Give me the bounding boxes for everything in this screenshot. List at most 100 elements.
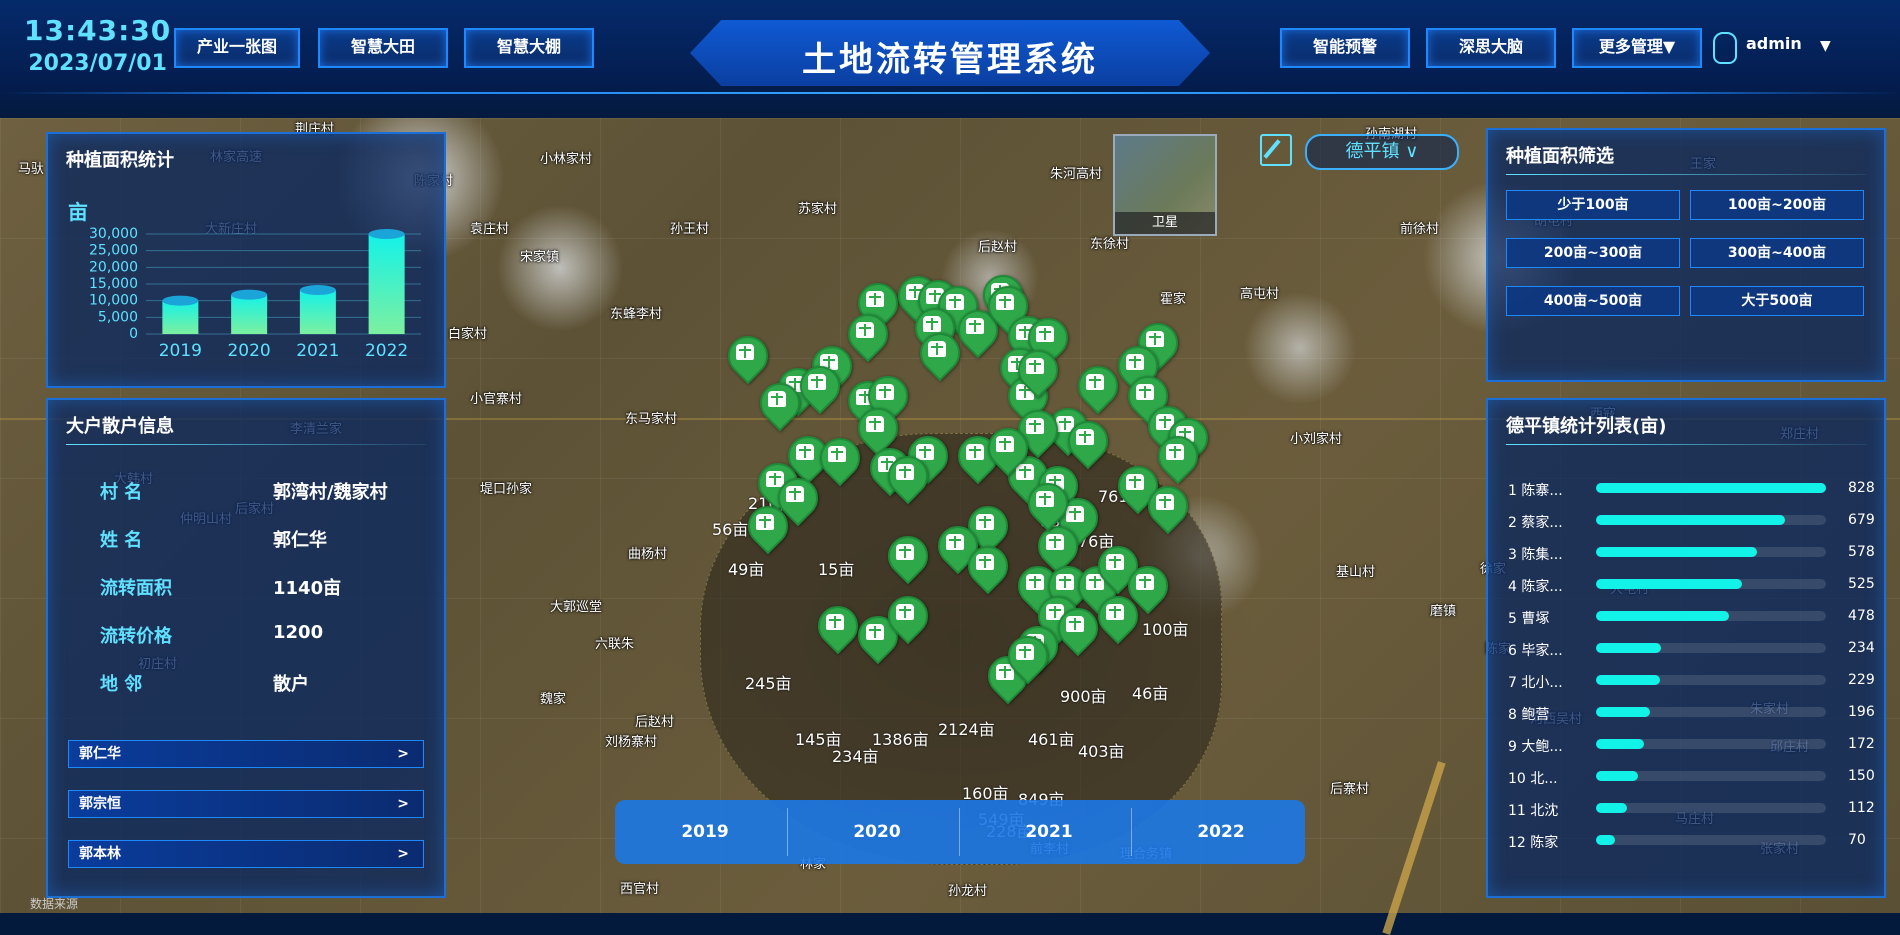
- rank-row[interactable]: 10 北... 150: [1508, 766, 1875, 787]
- field-icon: [1146, 331, 1164, 347]
- rank-row[interactable]: 9 大鲍... 172: [1508, 734, 1875, 755]
- field-icon: [976, 514, 994, 530]
- town-label: 魏家: [540, 692, 567, 707]
- land-pin-icon[interactable]: [911, 324, 969, 382]
- year-tab[interactable]: 2022: [1161, 822, 1281, 842]
- nav-smart-field[interactable]: 智慧大田: [318, 28, 448, 68]
- town-label: 后赵村: [978, 240, 1018, 255]
- bar-2021[interactable]: [299, 290, 336, 334]
- nav-more-management[interactable]: 更多管理▼: [1572, 28, 1702, 68]
- year-tab[interactable]: 2020: [817, 822, 937, 842]
- town-label: 大郭巡堂: [550, 600, 603, 615]
- field-icon: [736, 344, 754, 360]
- land-pin-icon[interactable]: [719, 327, 777, 385]
- rank-row[interactable]: 12 陈家 70: [1508, 830, 1866, 851]
- rank-bar: [1596, 483, 1826, 493]
- area-label: 56亩: [712, 520, 749, 539]
- land-pin-icon[interactable]: [791, 357, 849, 415]
- land-pin-icon[interactable]: [1069, 357, 1127, 415]
- rank-row[interactable]: 2 蔡家... 679: [1508, 510, 1875, 531]
- field-icon: [1066, 616, 1084, 632]
- land-pin-icon[interactable]: [1059, 412, 1117, 470]
- bar-2020[interactable]: [231, 294, 268, 334]
- top-header: 13:43:30 2023/07/01 产业一张图 智慧大田 智慧大棚 土地流转…: [0, 0, 1900, 118]
- land-pin-icon[interactable]: [809, 597, 867, 655]
- area-filter-button[interactable]: 大于500亩: [1690, 286, 1864, 316]
- satellite-toggle[interactable]: 卫星: [1113, 134, 1217, 236]
- nav-deep-brain[interactable]: 深思大脑: [1426, 28, 1556, 68]
- land-pin-icon[interactable]: [1049, 599, 1107, 657]
- rank-bar: [1596, 579, 1742, 589]
- nav-smart-greenhouse[interactable]: 智慧大棚: [464, 28, 594, 68]
- farmer-list-item[interactable]: 郭仁华 >: [68, 740, 424, 768]
- rank-label: 6 毕家...: [1508, 643, 1563, 659]
- town-label: 小刘家村: [1290, 432, 1343, 447]
- field-icon: [1156, 494, 1174, 510]
- year-tab[interactable]: 2021: [989, 822, 1109, 842]
- farmer-name: 郭本林: [79, 846, 121, 862]
- area-filter-button[interactable]: 100亩~200亩: [1690, 190, 1864, 220]
- land-pin-icon[interactable]: [1029, 517, 1087, 575]
- rank-row[interactable]: 11 北沈 112: [1508, 798, 1875, 819]
- x-tick-label: 2019: [159, 341, 202, 361]
- rank-row[interactable]: 5 曹塚 478: [1508, 606, 1875, 627]
- field-icon: [1066, 506, 1084, 522]
- land-pin-icon[interactable]: [959, 537, 1017, 595]
- land-pin-icon[interactable]: [879, 447, 937, 505]
- rank-row[interactable]: 3 陈集... 578: [1508, 542, 1875, 563]
- rank-bar: [1596, 547, 1757, 557]
- rank-label: 1 陈寨...: [1508, 483, 1563, 499]
- farmer-list-item[interactable]: 郭宗恒 >: [68, 790, 424, 818]
- info-key: 姓 名: [100, 530, 143, 551]
- area-filter-button[interactable]: 200亩~300亩: [1506, 238, 1680, 268]
- rank-row[interactable]: 7 北小... 229: [1508, 670, 1875, 691]
- town-label: 孙王村: [670, 222, 710, 237]
- town-label: 曲杨村: [628, 547, 668, 562]
- town-stats-title: 德平镇统计列表(亩): [1506, 416, 1667, 437]
- year-tab[interactable]: 2019: [645, 822, 765, 842]
- field-icon: [866, 624, 884, 640]
- area-filter-button[interactable]: 300亩~400亩: [1690, 238, 1864, 268]
- user-menu-caret[interactable]: ▼: [1820, 38, 1831, 54]
- field-icon: [1046, 534, 1064, 550]
- field-icon: [876, 384, 894, 400]
- rank-row[interactable]: 1 陈寨... 828: [1508, 478, 1875, 499]
- nav-smart-warning[interactable]: 智能预警: [1280, 28, 1410, 68]
- land-pin-icon[interactable]: [979, 419, 1037, 477]
- town-label: 袁庄村: [470, 222, 510, 237]
- area-filter-button[interactable]: 400亩~500亩: [1506, 286, 1680, 316]
- rank-row[interactable]: 4 陈家... 525: [1508, 574, 1875, 595]
- area-filter-button[interactable]: 少于100亩: [1506, 190, 1680, 220]
- rank-row[interactable]: 8 鲍营 196: [1508, 702, 1875, 723]
- land-pin-icon[interactable]: [839, 305, 897, 363]
- land-pin-icon[interactable]: [1139, 477, 1197, 535]
- user-name[interactable]: admin: [1746, 34, 1802, 53]
- land-pin-icon[interactable]: [849, 399, 907, 457]
- land-pin-icon[interactable]: [1089, 587, 1147, 645]
- field-icon: [1036, 491, 1054, 507]
- user-icon[interactable]: [1713, 32, 1737, 64]
- town-select[interactable]: 德平镇 ∨: [1305, 134, 1459, 170]
- land-pin-icon[interactable]: [811, 429, 869, 487]
- land-pin-icon[interactable]: [879, 527, 937, 585]
- farmer-list-item[interactable]: 郭本林 >: [68, 840, 424, 868]
- rank-row[interactable]: 6 毕家... 234: [1508, 638, 1875, 659]
- area-label: 100亩: [1142, 620, 1189, 639]
- land-pin-icon[interactable]: [1009, 341, 1067, 399]
- rank-value: 172: [1848, 736, 1875, 752]
- nav-industry-map[interactable]: 产业一张图: [174, 28, 300, 68]
- field-icon: [866, 416, 884, 432]
- land-pin-icon[interactable]: [739, 497, 797, 555]
- land-pin-icon[interactable]: [1019, 474, 1077, 532]
- land-pin-icon[interactable]: [1149, 427, 1207, 485]
- bar-2022[interactable]: [368, 234, 405, 334]
- land-pin-icon[interactable]: [751, 374, 809, 432]
- land-pin-icon[interactable]: [879, 587, 937, 645]
- field-icon: [1136, 574, 1154, 590]
- bar-cap: [299, 285, 336, 295]
- edit-icon[interactable]: [1260, 134, 1292, 166]
- rank-label: 10 北...: [1508, 771, 1558, 787]
- rank-label: 3 陈集...: [1508, 547, 1563, 563]
- system-title: 土地流转管理系统: [690, 20, 1210, 86]
- land-pin-icon[interactable]: [999, 627, 1057, 685]
